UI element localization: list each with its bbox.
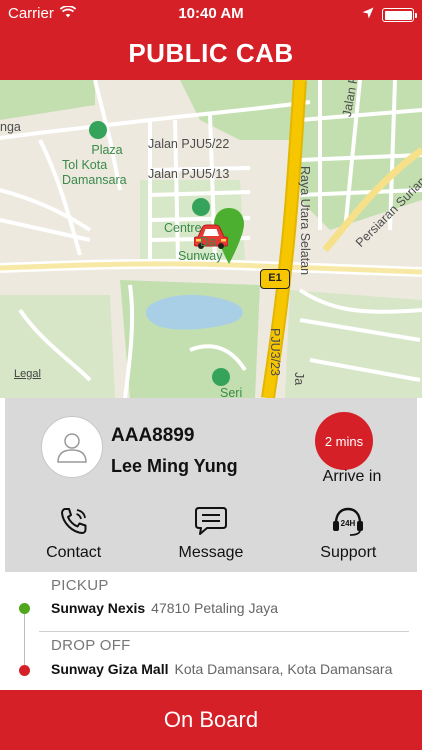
message-button[interactable]: Message: [142, 504, 279, 568]
map-label: Ja: [292, 372, 306, 386]
user-icon: [57, 433, 87, 463]
pickup-place: Sunway Nexis: [51, 600, 146, 616]
contact-button[interactable]: Contact: [5, 504, 142, 568]
map-label: PJU3/23: [268, 328, 282, 376]
map-label: Seri: [220, 386, 243, 398]
map-view[interactable]: nga Plaza Tol Kota Damansara Jalan PJU5/…: [0, 80, 422, 398]
highway-shield: E1: [260, 269, 290, 289]
support-button[interactable]: 24H Support: [280, 504, 417, 568]
map-label: nga: [0, 120, 21, 134]
status-bar: Carrier 10:40 AM: [0, 0, 422, 28]
pickup-dot-icon: [19, 603, 30, 614]
map-label: Plaza: [91, 143, 123, 157]
app-header: Carrier 10:40 AM PUBLIC CAB: [0, 0, 422, 80]
divider: [39, 631, 409, 632]
status-right: [362, 6, 417, 24]
dropoff-address: Kota Damansara, Kota Damansara: [174, 661, 393, 677]
poi-icon: [212, 368, 230, 386]
24h-headset-icon: 24H: [331, 504, 365, 538]
legal-link[interactable]: Legal: [14, 368, 41, 380]
map-label: Da: [200, 235, 216, 249]
dropoff-dot-icon: [19, 665, 30, 676]
on-board-button[interactable]: On Board: [0, 690, 422, 750]
dropoff-place: Sunway Giza Mall: [51, 661, 169, 677]
toll-plaza-icon: [89, 121, 107, 139]
eta-badge: 2 mins: [315, 412, 373, 470]
map-label: Centre: [164, 221, 202, 235]
map-label: Jalan PJU5/22: [148, 137, 230, 151]
map-label: Raya Utara Selatan: [298, 166, 312, 276]
pickup-location[interactable]: Sunway Nexis 47810 Petaling Jaya: [51, 600, 413, 616]
map-label: Damansara: [62, 173, 127, 187]
route-connector: [24, 609, 25, 667]
map-label: Jalan PJU5/13: [148, 167, 230, 181]
dropoff-label: DROP OFF: [51, 637, 131, 654]
eta-label: Arrive in: [322, 468, 382, 485]
shopping-centre-icon: [192, 198, 210, 216]
support-label: Support: [320, 544, 377, 561]
phone-icon: [57, 504, 91, 538]
status-time: 10:40 AM: [178, 5, 244, 22]
vehicle-plate: AAA8899: [111, 425, 195, 446]
action-row: Contact Message 24H Support: [5, 504, 417, 568]
driver-card: AAA8899 Lee Ming Yung 2 mins Arrive in C…: [5, 398, 417, 572]
chat-bubble-icon: [194, 504, 228, 538]
map-label: Tol Kota: [62, 158, 108, 172]
svg-text:24H: 24H: [341, 519, 356, 528]
dropoff-location[interactable]: Sunway Giza Mall Kota Damansara, Kota Dam…: [51, 661, 413, 677]
page-title: PUBLIC CAB: [128, 38, 294, 68]
contact-label: Contact: [46, 544, 102, 561]
location-arrow-icon: [362, 6, 374, 24]
map-label: Sunway: [178, 249, 223, 263]
pickup-label: PICKUP: [51, 577, 109, 594]
avatar: [41, 416, 103, 478]
driver-name: Lee Ming Yung: [111, 456, 238, 476]
battery-icon: [382, 8, 417, 22]
message-label: Message: [178, 544, 244, 561]
route-panel: PICKUP Sunway Nexis 47810 Petaling Jaya D…: [5, 572, 417, 690]
pickup-address: 47810 Petaling Jaya: [151, 600, 279, 616]
